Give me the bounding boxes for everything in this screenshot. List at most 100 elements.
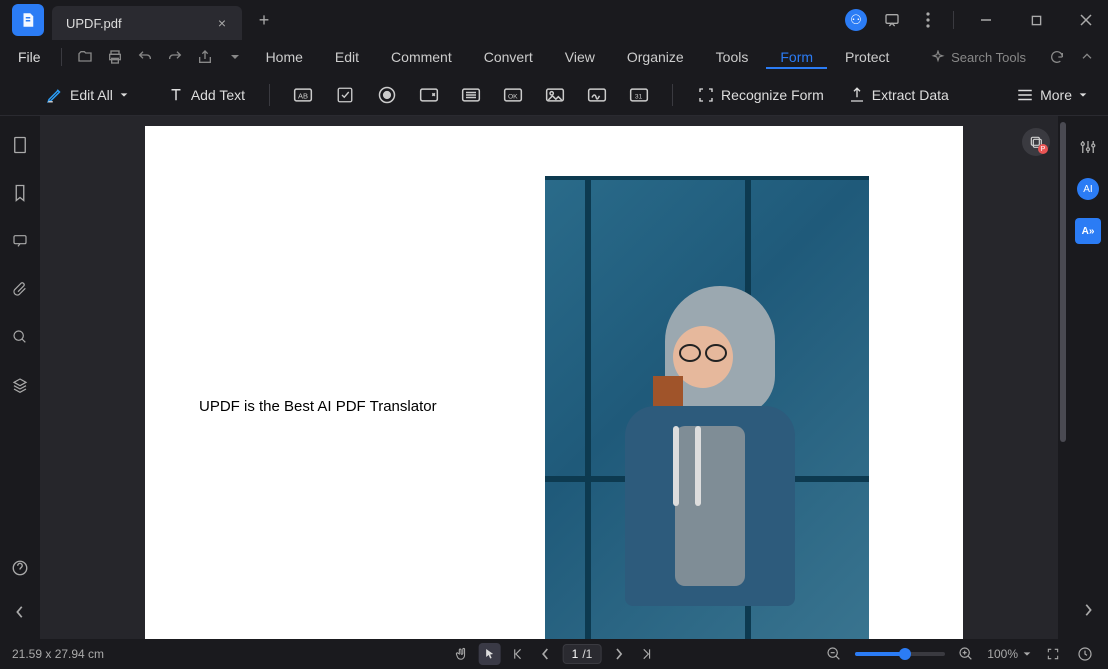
properties-icon[interactable] <box>1075 134 1101 160</box>
badge-count: P <box>1038 144 1048 154</box>
page-number-input[interactable]: 1 /1 <box>563 644 602 664</box>
more-label: More <box>1040 87 1072 103</box>
file-menu[interactable]: File <box>8 49 51 65</box>
sparkle-icon <box>931 50 945 64</box>
separator <box>953 11 954 29</box>
more-button[interactable]: More <box>1010 83 1094 107</box>
list-field-icon[interactable] <box>456 82 486 108</box>
pencil-icon <box>46 86 64 104</box>
notification-badge[interactable]: P <box>1022 128 1050 156</box>
edit-all-button[interactable]: Edit All <box>40 82 135 108</box>
attachments-icon[interactable] <box>9 278 31 300</box>
svg-text:31: 31 <box>635 93 643 100</box>
redo-icon[interactable] <box>162 44 188 70</box>
collapse-left-icon[interactable] <box>9 601 31 623</box>
menu-edit[interactable]: Edit <box>321 45 373 69</box>
new-tab-button[interactable]: + <box>250 6 278 34</box>
upload-icon <box>848 86 866 104</box>
image-field-icon[interactable] <box>540 82 570 108</box>
kebab-menu-icon[interactable] <box>917 9 939 31</box>
search-icon[interactable] <box>9 326 31 348</box>
first-page-icon[interactable] <box>507 643 529 665</box>
user-avatar-icon[interactable]: ⚇ <box>845 9 867 31</box>
dropdown-chevron-icon[interactable] <box>222 44 248 70</box>
chevron-down-icon <box>119 90 129 100</box>
layers-icon[interactable] <box>9 374 31 396</box>
scrollbar-thumb[interactable] <box>1060 122 1066 442</box>
extract-data-label: Extract Data <box>872 87 949 103</box>
zoom-slider-thumb[interactable] <box>899 648 911 660</box>
chat-icon[interactable] <box>881 9 903 31</box>
page-dimensions: 21.59 x 27.94 cm <box>12 647 104 661</box>
zoom-dropdown[interactable]: 100% <box>987 647 1032 661</box>
recognize-form-label: Recognize Form <box>721 87 824 103</box>
tab-title: UPDF.pdf <box>66 16 122 31</box>
menu-convert[interactable]: Convert <box>470 45 547 69</box>
sync-icon[interactable] <box>1044 44 1070 70</box>
edit-all-label: Edit All <box>70 87 113 103</box>
chevron-down-icon <box>1022 649 1032 659</box>
zoom-out-icon[interactable] <box>823 643 845 665</box>
menu-form[interactable]: Form <box>766 45 827 69</box>
extract-data-button[interactable]: Extract Data <box>842 82 955 108</box>
prev-page-icon[interactable] <box>535 643 557 665</box>
current-page: 1 <box>572 647 579 661</box>
add-text-button[interactable]: Add Text <box>161 82 251 108</box>
dropdown-field-icon[interactable] <box>414 82 444 108</box>
collapse-right-icon[interactable] <box>1075 597 1101 623</box>
share-icon[interactable] <box>192 44 218 70</box>
ai-assistant-icon[interactable]: AI <box>1077 178 1099 200</box>
menu-lines-icon <box>1016 88 1034 102</box>
minimize-window-icon[interactable] <box>968 6 1004 34</box>
fullscreen-icon[interactable] <box>1042 643 1064 665</box>
menu-protect[interactable]: Protect <box>831 45 903 69</box>
scan-icon <box>697 86 715 104</box>
translate-icon[interactable]: A» <box>1075 218 1101 244</box>
menu-view[interactable]: View <box>551 45 609 69</box>
undo-icon[interactable] <box>132 44 158 70</box>
date-field-icon[interactable]: 31 <box>624 82 654 108</box>
comments-icon[interactable] <box>9 230 31 252</box>
button-field-icon[interactable]: OK <box>498 82 528 108</box>
hand-tool-icon[interactable] <box>451 643 473 665</box>
separator <box>672 84 673 106</box>
menu-comment[interactable]: Comment <box>377 45 466 69</box>
select-tool-icon[interactable] <box>479 643 501 665</box>
radio-button-icon[interactable] <box>372 82 402 108</box>
app-logo-icon <box>12 4 44 36</box>
thumbnails-icon[interactable] <box>9 134 31 156</box>
checkbox-icon[interactable] <box>330 82 360 108</box>
separator <box>61 48 62 66</box>
reading-mode-icon[interactable] <box>1074 643 1096 665</box>
print-icon[interactable] <box>102 44 128 70</box>
open-icon[interactable] <box>72 44 98 70</box>
vertical-scrollbar[interactable] <box>1058 116 1068 639</box>
help-icon[interactable] <box>9 557 31 579</box>
svg-text:OK: OK <box>508 93 518 100</box>
search-tools[interactable]: Search Tools <box>931 50 1026 65</box>
document-canvas[interactable]: UPDF is the Best AI PDF Translator <box>40 116 1068 639</box>
recognize-form-button[interactable]: Recognize Form <box>691 82 830 108</box>
pdf-page: UPDF is the Best AI PDF Translator <box>145 126 963 639</box>
close-tab-icon[interactable]: × <box>212 13 232 33</box>
signature-field-icon[interactable] <box>582 82 612 108</box>
zoom-slider-fill <box>855 652 905 656</box>
menu-home[interactable]: Home <box>252 45 317 69</box>
next-page-icon[interactable] <box>607 643 629 665</box>
menu-tools[interactable]: Tools <box>702 45 763 69</box>
document-tab[interactable]: UPDF.pdf × <box>52 6 242 40</box>
collapse-icon[interactable] <box>1074 44 1100 70</box>
text-field-icon[interactable]: AB <box>288 82 318 108</box>
zoom-slider[interactable] <box>855 652 945 656</box>
search-tools-label: Search Tools <box>951 50 1026 65</box>
close-window-icon[interactable] <box>1068 6 1104 34</box>
last-page-icon[interactable] <box>635 643 657 665</box>
separator <box>269 84 270 106</box>
zoom-in-icon[interactable] <box>955 643 977 665</box>
bookmarks-icon[interactable] <box>9 182 31 204</box>
menu-organize[interactable]: Organize <box>613 45 698 69</box>
total-pages: /1 <box>582 647 592 661</box>
zoom-value: 100% <box>987 647 1018 661</box>
maximize-window-icon[interactable] <box>1018 6 1054 34</box>
document-text: UPDF is the Best AI PDF Translator <box>199 398 437 415</box>
